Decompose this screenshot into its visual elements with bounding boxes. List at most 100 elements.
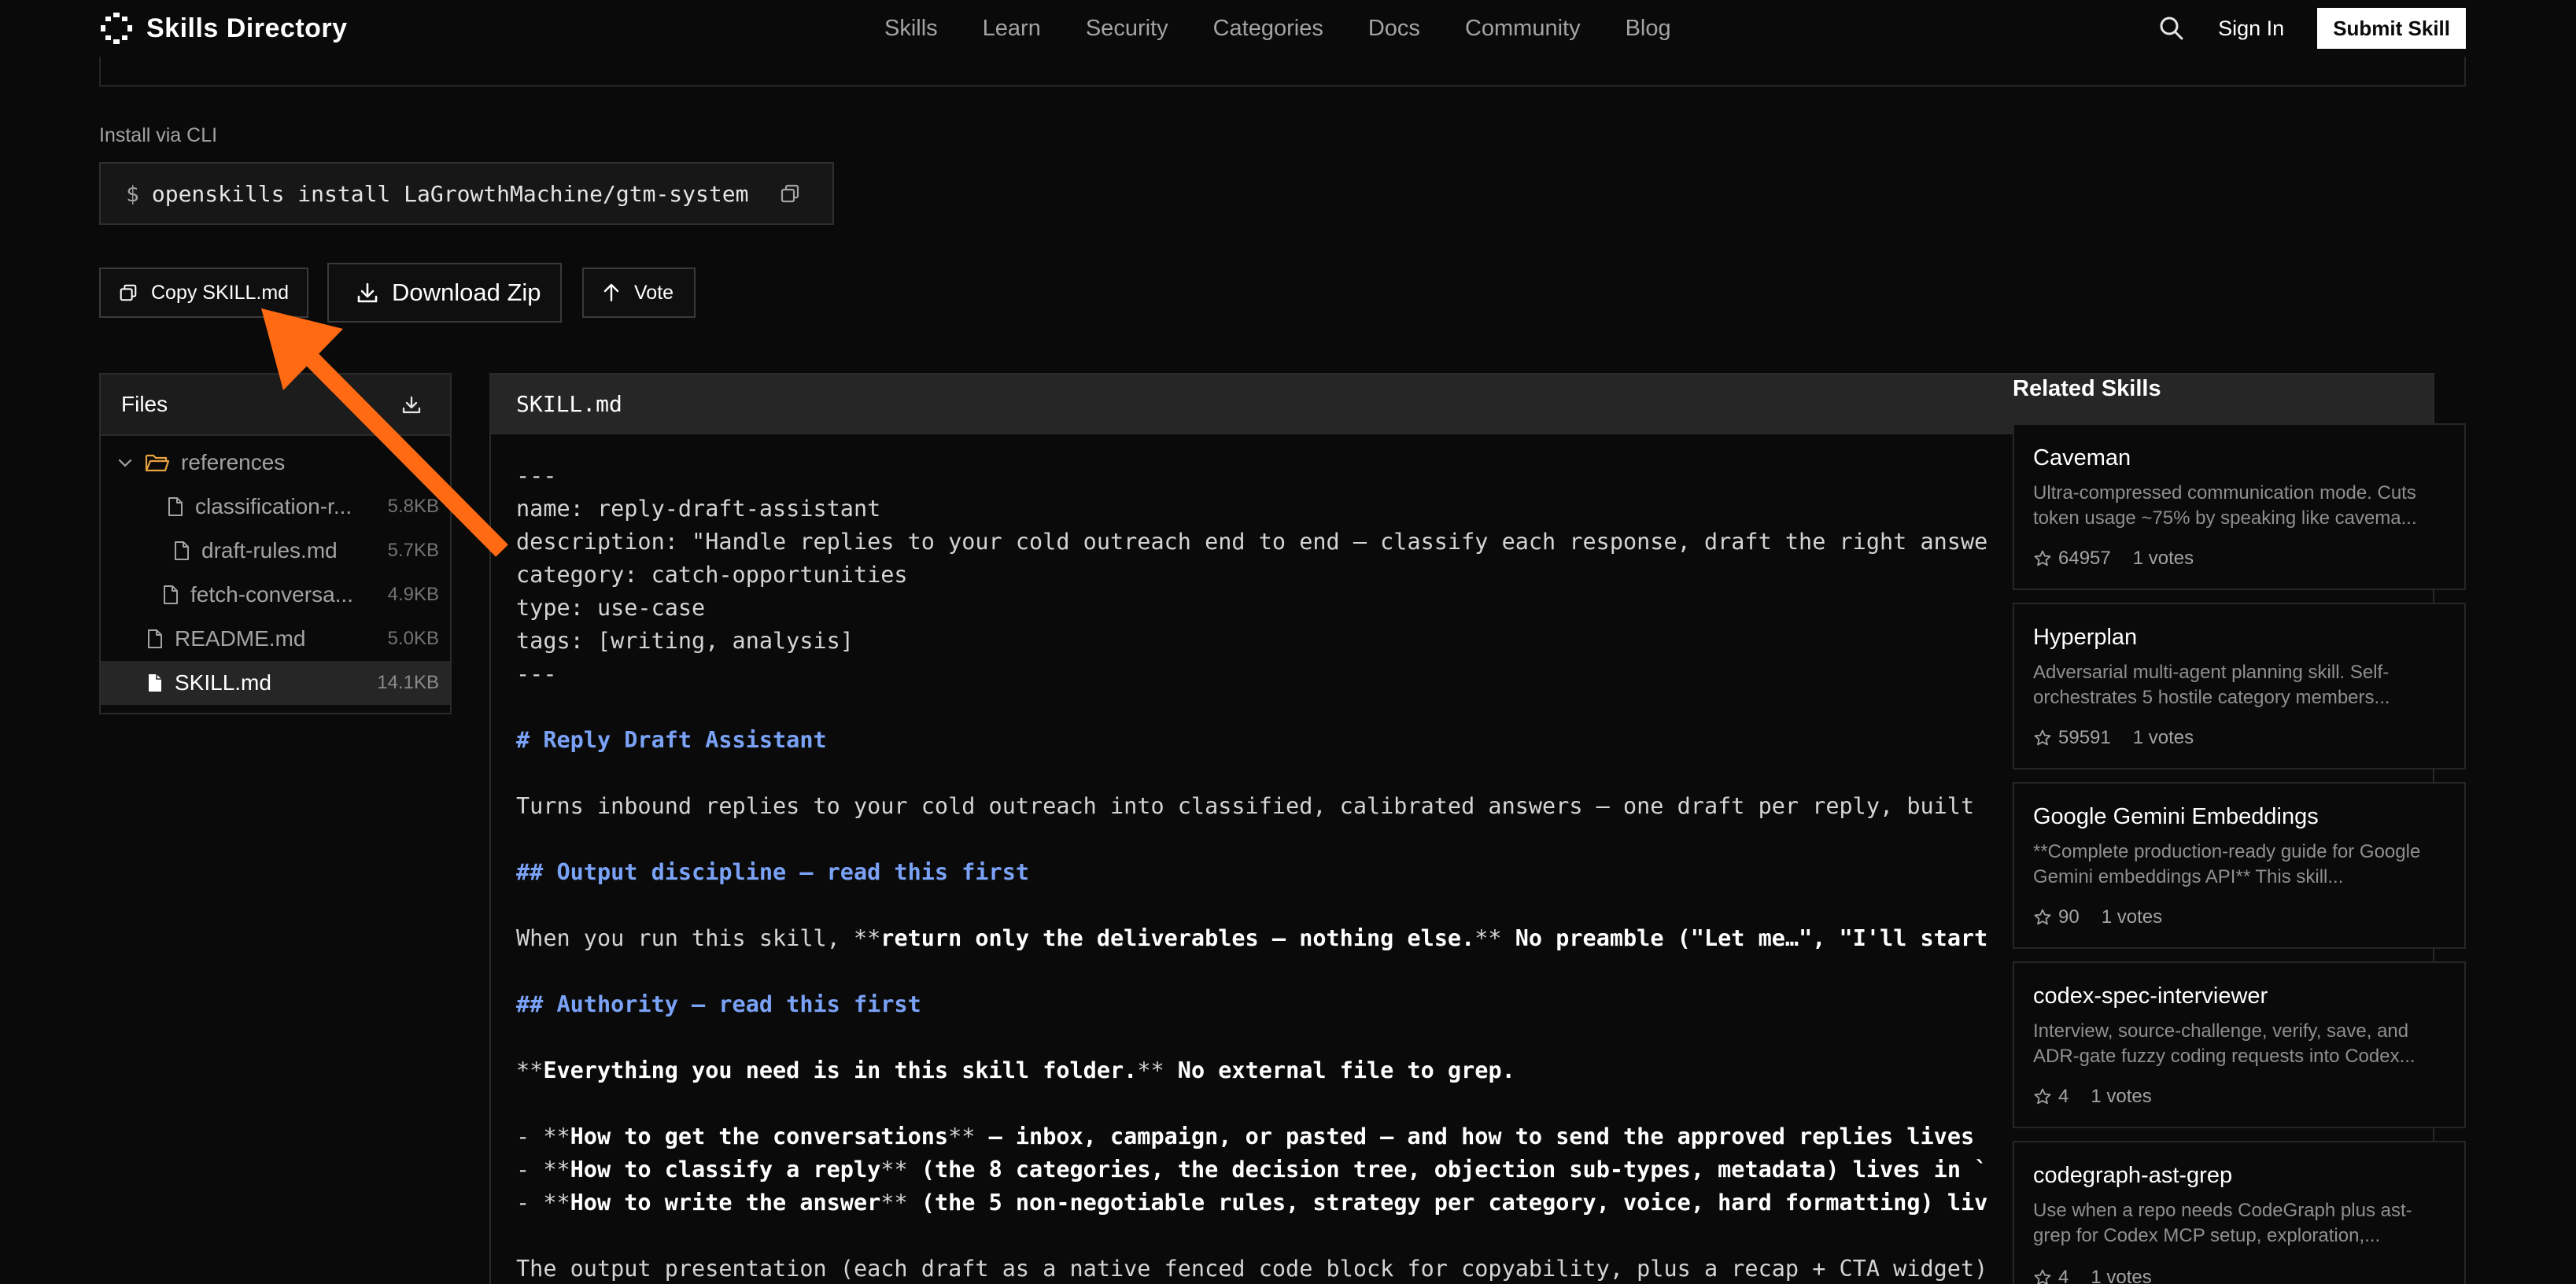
sign-in-link[interactable]: Sign In: [2218, 17, 2284, 41]
download-zip-label: Download Zip: [392, 279, 541, 306]
copy-skill-md-label: Copy SKILL.md: [151, 281, 290, 304]
code-line: - **How to write the answer** (the 5 non…: [516, 1190, 1988, 1216]
cli-command[interactable]: $ openskills install LaGrowthMachine/gtm-…: [126, 181, 748, 207]
star-icon: [2034, 550, 2051, 566]
search-icon[interactable]: [2158, 15, 2185, 42]
cli-command-box: $ openskills install LaGrowthMachine/gtm-…: [99, 162, 834, 225]
related-skill-card[interactable]: Caveman Ultra-compressed communication m…: [2013, 423, 2466, 590]
copy-icon: [120, 284, 137, 301]
code-line: name: reply-draft-assistant: [516, 496, 881, 522]
files-title: Files: [121, 392, 168, 416]
star-icon: [2034, 1269, 2051, 1284]
star-count: 64957: [2058, 548, 2111, 569]
nav-learn[interactable]: Learn: [983, 16, 1041, 42]
vote-count: 1 votes: [2101, 906, 2163, 928]
related-skill-card[interactable]: codex-spec-interviewer Interview, source…: [2013, 961, 2466, 1128]
related-skills-title: Related Skills: [2013, 376, 2161, 401]
copy-icon[interactable]: [779, 183, 801, 205]
related-skill-card[interactable]: Hyperplan Adversarial multi-agent planni…: [2013, 603, 2466, 769]
tree-item-name: SKILL.md: [175, 670, 271, 695]
files-panel: Files references classification-r... 5.8…: [99, 373, 452, 714]
install-label: Install via CLI: [99, 124, 218, 146]
related-skill-card[interactable]: Google Gemini Embeddings **Complete prod…: [2013, 782, 2466, 949]
file-size: 5.8KB: [387, 496, 439, 517]
file-icon: [148, 629, 162, 648]
nav-blog[interactable]: Blog: [1626, 16, 1671, 42]
vote-count: 1 votes: [2091, 1086, 2152, 1107]
files-header: Files: [101, 374, 450, 436]
code-line: description: "Handle replies to your col…: [516, 529, 1988, 555]
related-skill-card[interactable]: codegraph-ast-grep Use when a repo needs…: [2013, 1141, 2466, 1284]
file-viewer-title: SKILL.md: [516, 390, 622, 417]
related-skill-name: Hyperplan: [2033, 625, 2138, 650]
page: Skills Directory Skills Learn Security C…: [0, 0, 2576, 1284]
code-line: type: use-case: [516, 595, 706, 621]
main-nav: Skills Learn Security Categories Docs Co…: [884, 11, 1671, 46]
nav-categories[interactable]: Categories: [1213, 16, 1323, 42]
code-line: category: catch-opportunities: [516, 562, 908, 588]
tree-item-name: fetch-conversa...: [190, 582, 353, 607]
code-line: - **How to classify a reply** (the 8 cat…: [516, 1157, 1988, 1183]
logo[interactable]: Skills Directory: [99, 9, 348, 47]
file-icon: [168, 497, 183, 516]
star-count: 59591: [2058, 727, 2111, 748]
logo-text: Skills Directory: [146, 13, 348, 43]
file-icon: [164, 585, 178, 604]
code-line: ---: [516, 463, 557, 489]
code-line: Turns inbound replies to your cold outre…: [516, 793, 1975, 819]
nav-community[interactable]: Community: [1465, 16, 1581, 42]
code-line: tags: [writing, analysis]: [516, 628, 854, 654]
tree-file-fetch-conversations[interactable]: fetch-conversa... 4.9KB: [101, 573, 450, 617]
vote-button[interactable]: Vote: [582, 268, 696, 318]
related-skill-meta: 4 1 votes: [2033, 1086, 2152, 1108]
star-icon: [2034, 909, 2051, 925]
related-skill-meta: 64957 1 votes: [2033, 548, 2194, 570]
download-zip-button[interactable]: Download Zip: [327, 263, 562, 323]
tree-item-name: draft-rules.md: [201, 538, 338, 563]
tree-item-name: README.md: [175, 626, 306, 651]
related-skill-name: Caveman: [2033, 445, 2131, 470]
vote-count: 1 votes: [2132, 548, 2194, 569]
code-line: # Reply Draft Assistant: [516, 727, 827, 753]
nav-skills[interactable]: Skills: [884, 16, 938, 42]
copy-skill-md-button[interactable]: Copy SKILL.md: [99, 268, 308, 318]
code-line: ---: [516, 661, 557, 687]
nav-docs[interactable]: Docs: [1368, 16, 1420, 42]
tree-file-readme[interactable]: README.md 5.0KB: [101, 617, 450, 661]
related-skill-description: Adversarial multi-agent planning skill. …: [2033, 662, 2390, 708]
file-size: 4.9KB: [387, 584, 439, 605]
related-skill-description: Use when a repo needs CodeGraph plus ast…: [2033, 1200, 2412, 1246]
related-skill-meta: 90 1 votes: [2033, 906, 2162, 928]
tree-file-skill-md[interactable]: SKILL.md 14.1KB: [101, 661, 450, 705]
nav-security[interactable]: Security: [1086, 16, 1168, 42]
file-size: 5.7KB: [387, 540, 439, 561]
submit-skill-button[interactable]: Submit Skill: [2317, 8, 2466, 49]
cli-command-text: openskills install LaGrowthMachine/gtm-s…: [151, 180, 749, 207]
file-filled-icon: [149, 674, 161, 692]
related-skill-description: Ultra-compressed communication mode. Cut…: [2033, 482, 2417, 529]
download-icon[interactable]: [401, 395, 422, 415]
file-size: 5.0KB: [387, 628, 439, 649]
related-skill-name: Google Gemini Embeddings: [2033, 804, 2319, 829]
star-icon: [2034, 729, 2051, 746]
star-count: 4: [2058, 1086, 2069, 1107]
logo-icon: [101, 13, 132, 44]
code-line: ## Output discipline — read this first: [516, 859, 1030, 885]
tree-file-draft-rules[interactable]: draft-rules.md 5.7KB: [101, 529, 450, 573]
vote-label: Vote: [634, 281, 674, 304]
vote-count: 1 votes: [2132, 727, 2194, 748]
vote-count: 1 votes: [2091, 1267, 2152, 1284]
file-size: 14.1KB: [377, 672, 439, 693]
code-line: ## Authority — read this first: [516, 991, 921, 1017]
tree-folder-references[interactable]: references: [101, 441, 450, 485]
related-skill-meta: 59591 1 votes: [2033, 727, 2194, 749]
download-icon: [357, 282, 378, 303]
header-actions: Sign In Submit Skill: [2158, 8, 2466, 49]
tree-file-classification[interactable]: classification-r... 5.8KB: [101, 485, 450, 529]
